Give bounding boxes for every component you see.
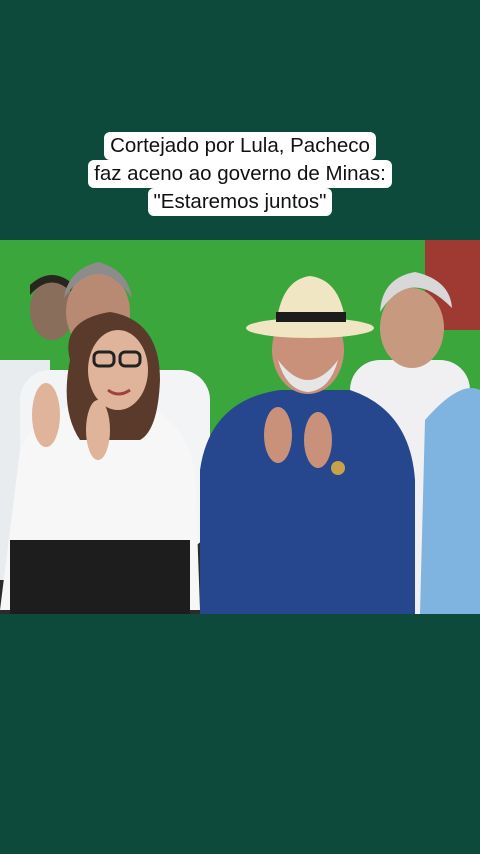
caption-line-3: "Estaremos juntos" — [147, 188, 333, 216]
caption-line-1: Cortejado por Lula, Pacheco — [104, 132, 376, 160]
video-frame — [0, 240, 480, 614]
person-far-right — [420, 388, 480, 614]
caption-line-2: faz aceno ao governo de Minas: — [88, 160, 392, 188]
caption-overlay: Cortejado por Lula, Pacheco faz aceno ao… — [0, 132, 480, 216]
event-photo — [0, 240, 480, 614]
